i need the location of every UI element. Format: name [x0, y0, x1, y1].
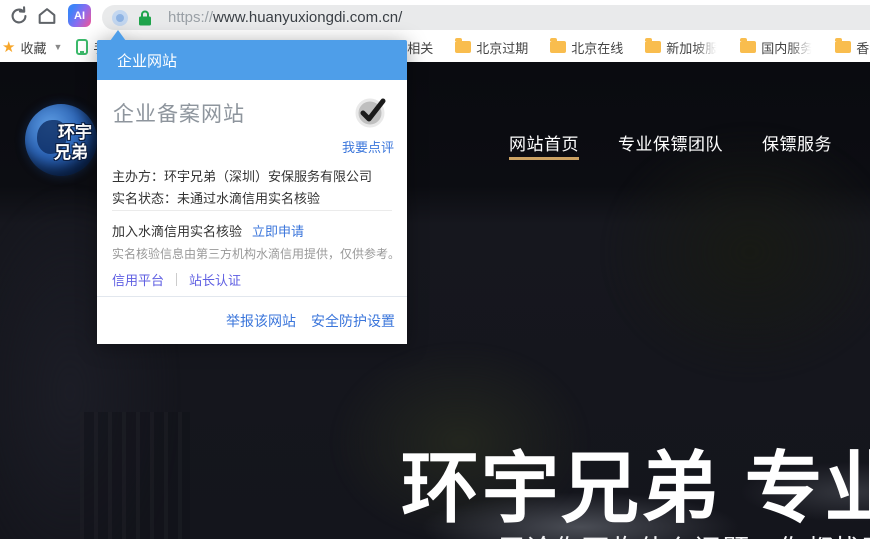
report-site-link[interactable]: 举报该网站: [226, 311, 296, 331]
folder-icon: [455, 41, 471, 53]
site-type-label: 企业备案网站: [113, 98, 245, 128]
site-logo-text: 兄弟: [54, 144, 88, 161]
bookmark-folder[interactable]: 国内服务: [740, 38, 813, 57]
folder-icon: [740, 41, 756, 53]
apply-now-link[interactable]: 立即申请: [252, 224, 304, 239]
site-nav: 网站首页 专业保镖团队 保镖服务: [509, 130, 832, 155]
popup-header-title: 企业网站: [117, 50, 177, 71]
ai-assistant-icon[interactable]: AI: [68, 4, 91, 27]
bookmark-folder[interactable]: 北京在线: [550, 38, 623, 57]
realname-status-line: 实名状态：未通过水滴信用实名核验: [112, 188, 320, 207]
divider: [176, 273, 177, 286]
join-verification-row: 加入水滴信用实名核验立即申请: [112, 221, 304, 240]
mobile-bookmark-icon[interactable]: [76, 39, 88, 55]
nav-item-bodyguard-services[interactable]: 保镖服务: [762, 130, 832, 155]
organizer-line: 主办方：环宇兄弟（深圳）安保服务有限公司: [112, 166, 372, 185]
bookmark-folder[interactable]: 香港服务: [835, 38, 870, 57]
url-scheme: https://: [168, 9, 213, 26]
url-host: www.huanyuxiongdi.com.cn/: [213, 9, 402, 26]
browser-toolbar: AI https://www.huanyuxiongdi.com.cn/: [0, 0, 870, 32]
webmaster-verify-link[interactable]: 站长认证: [189, 270, 241, 289]
verified-check-icon: [355, 96, 387, 128]
home-icon[interactable]: [36, 5, 58, 27]
refresh-icon[interactable]: [8, 5, 30, 27]
favorites-star-icon[interactable]: ★: [2, 38, 15, 56]
popup-footer-links: 举报该网站 安全防护设置: [226, 311, 395, 331]
fence-silhouette: [80, 412, 190, 539]
credit-platform-link[interactable]: 信用平台: [112, 270, 164, 289]
popup-header: 企业网站: [97, 40, 407, 80]
nav-item-bodyguard-team[interactable]: 专业保镖团队: [618, 130, 723, 155]
bookmark-folders-group: 0相关 北京过期 北京在线 新加坡服 国内服务 香港服务: [400, 32, 870, 62]
site-credit-drop-icon[interactable]: [112, 10, 128, 26]
favorites-label[interactable]: 收藏: [20, 38, 46, 57]
folder-icon: [550, 41, 566, 53]
hero-subtitle: 无论你面临什么问题，你都找到了: [498, 528, 870, 539]
nav-item-home[interactable]: 网站首页: [509, 130, 579, 155]
address-bar[interactable]: https://www.huanyuxiongdi.com.cn/: [102, 5, 870, 30]
url-text[interactable]: https://www.huanyuxiongdi.com.cn/: [168, 9, 402, 26]
bookmark-folder[interactable]: 北京过期: [455, 38, 528, 57]
divider: [97, 296, 407, 297]
disclaimer-text: 实名核验信息由第三方机构水滴信用提供，仅供参考。: [112, 245, 400, 262]
secure-lock-icon[interactable]: [138, 10, 152, 26]
popup-body: 企业备案网站 我要点评 主办方：环宇兄弟（深圳）安保服务有限公司 实名状态：未通…: [97, 80, 407, 344]
join-text: 加入水滴信用实名核验: [112, 224, 242, 239]
hero-headline: 环宇兄弟 专业: [401, 426, 870, 538]
folder-icon: [835, 41, 851, 53]
folder-icon: [645, 41, 661, 53]
review-link[interactable]: 我要点评: [342, 137, 394, 156]
divider: [112, 210, 392, 211]
site-logo-text: 环宇: [58, 124, 92, 141]
security-settings-link[interactable]: 安全防护设置: [311, 311, 395, 331]
favorites-dropdown-icon[interactable]: ▼: [53, 42, 62, 52]
credit-links-row: 信用平台 站长认证: [112, 270, 241, 289]
bookmark-folder[interactable]: 新加坡服: [645, 38, 718, 57]
